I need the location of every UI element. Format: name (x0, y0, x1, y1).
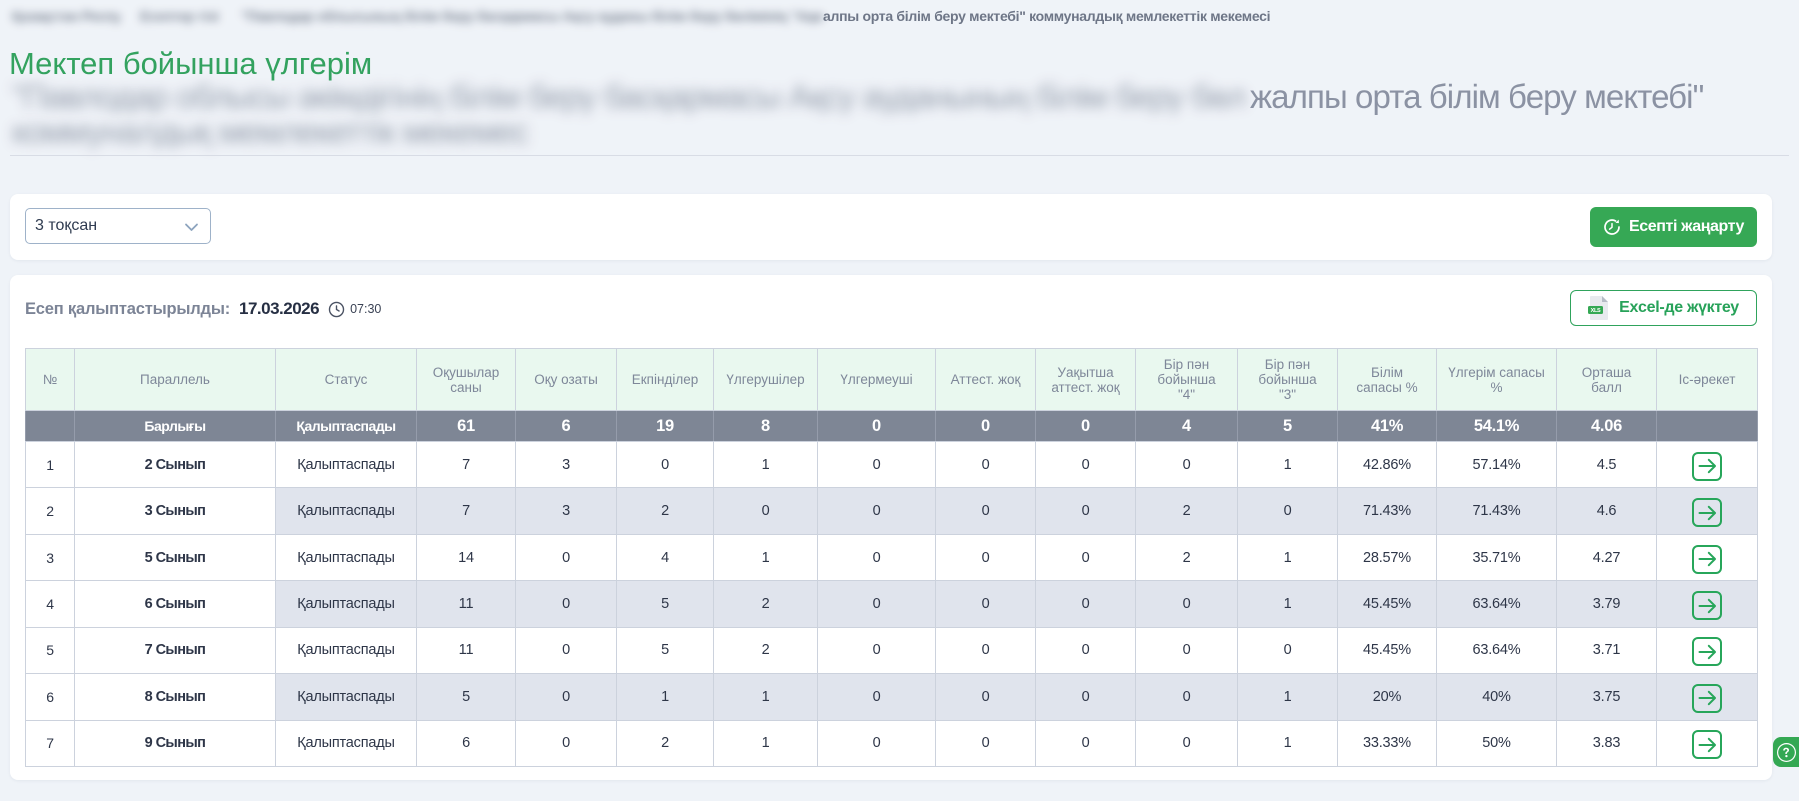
svg-text:XLS: XLS (1591, 308, 1601, 314)
